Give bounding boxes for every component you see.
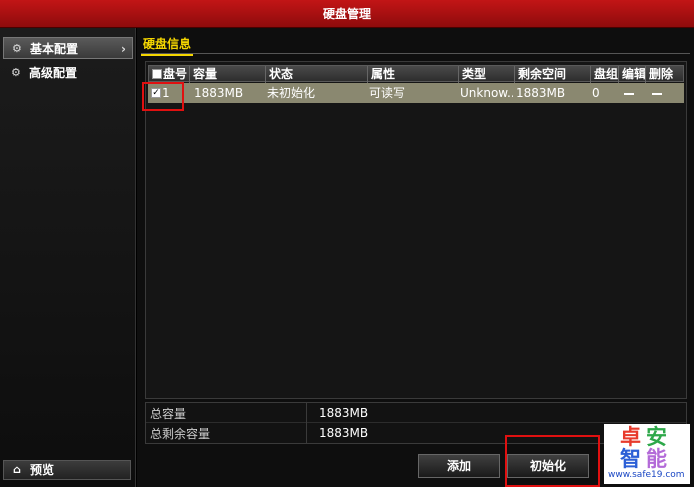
disk-table: 盘号 容量 状态 属性 类型 剩余空间 盘组 编辑 删除 ✓ 1 1883MB 未… — [145, 61, 687, 399]
row-free-space: 1883MB — [516, 86, 566, 100]
sidebar-item-basic-config[interactable]: ⚙ 基本配置 › — [3, 37, 133, 59]
sidebar-item-label: 基本配置 — [30, 42, 79, 56]
table-row[interactable]: ✓ 1 1883MB 未初始化 可读写 Unknow... 1883MB 0 — [148, 83, 684, 103]
header-capacity: 容量 — [189, 66, 265, 83]
header-disk-no[interactable]: 盘号 — [149, 66, 189, 83]
tab-divider — [141, 53, 690, 54]
delete-icon[interactable] — [644, 83, 684, 103]
total-capacity-row: 总容量 1883MB — [146, 403, 686, 423]
header-status: 状态 — [265, 66, 367, 83]
home-icon: ⌂ — [13, 463, 21, 476]
watermark-logo: 卓 安 智 能 www.safe19.com — [604, 424, 690, 484]
select-all-checkbox[interactable] — [152, 68, 162, 79]
header-delete: 删除 — [645, 66, 685, 83]
watermark-url: www.safe19.com — [608, 470, 685, 480]
highlight-box-checkbox — [142, 82, 184, 111]
header-group: 盘组 — [590, 66, 618, 83]
row-group: 0 — [592, 86, 600, 100]
edit-icon[interactable] — [617, 83, 644, 103]
total-free-label: 总剩余容量 — [150, 427, 211, 441]
total-capacity-value: 1883MB — [306, 403, 686, 423]
header-free-space: 剩余空间 — [514, 66, 590, 83]
table-header: 盘号 容量 状态 属性 类型 剩余空间 盘组 编辑 删除 — [148, 65, 685, 83]
header-type: 类型 — [458, 66, 514, 83]
header-edit: 编辑 — [618, 66, 645, 83]
chevron-right-icon: › — [121, 42, 126, 56]
row-type: Unknow... — [460, 86, 513, 100]
watermark-char: 能 — [646, 447, 667, 471]
row-attribute: 可读写 — [369, 86, 406, 100]
watermark-char: 安 — [646, 425, 667, 449]
watermark-char: 卓 — [620, 425, 641, 449]
gear-icon: ⚙ — [11, 66, 21, 79]
row-status: 未初始化 — [267, 86, 316, 100]
row-capacity: 1883MB — [194, 86, 244, 100]
gear-icon: ⚙ — [12, 42, 22, 55]
window-title: 硬盘管理 — [0, 0, 694, 28]
header-attribute: 属性 — [367, 66, 458, 83]
add-button[interactable]: 添加 — [418, 454, 500, 478]
preview-label: 预览 — [30, 463, 55, 477]
highlight-box-init-button — [505, 435, 600, 487]
total-capacity-label: 总容量 — [150, 407, 187, 421]
main-panel: 硬盘信息 盘号 容量 状态 属性 类型 剩余空间 盘组 编辑 删除 ✓ 1 188… — [137, 28, 694, 487]
sidebar: ⚙ 基本配置 › ⚙ 高级配置 ⌂ 预览 — [0, 28, 136, 487]
sidebar-item-label: 高级配置 — [29, 66, 78, 80]
watermark-char: 智 — [620, 447, 641, 471]
sidebar-item-advanced-config[interactable]: ⚙ 高级配置 — [3, 62, 133, 84]
preview-button[interactable]: ⌂ 预览 — [3, 460, 131, 480]
